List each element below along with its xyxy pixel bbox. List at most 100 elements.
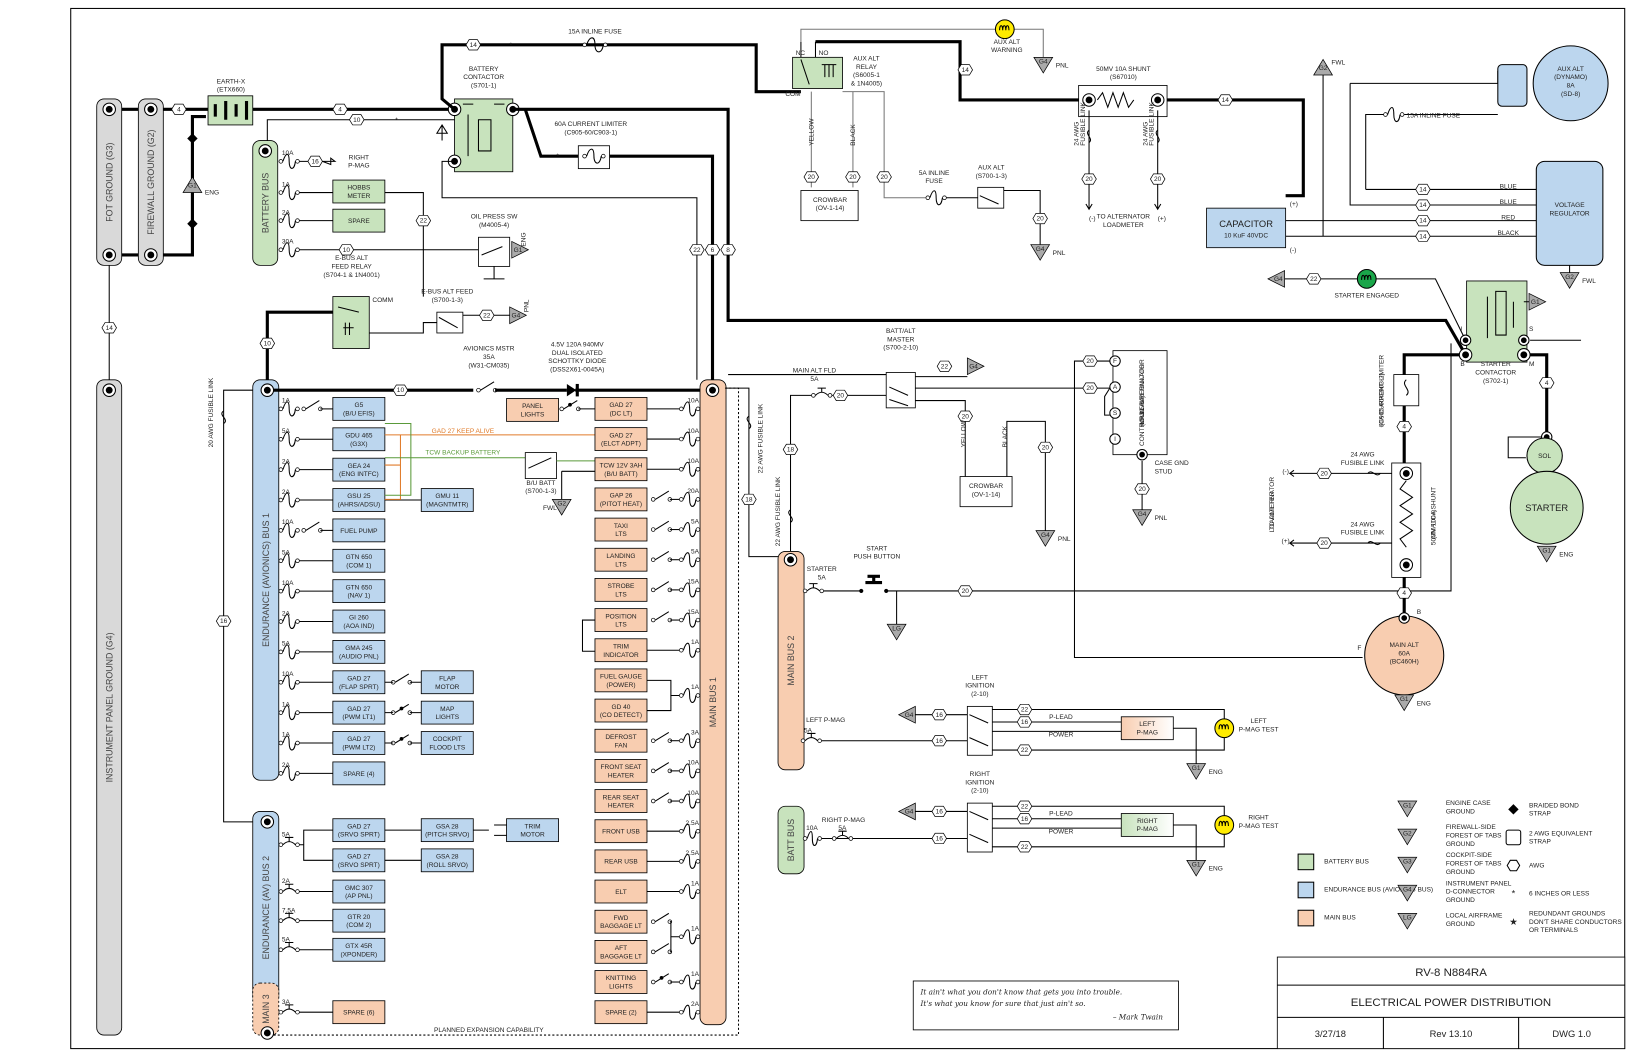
ground-symbol-label: G1 [1531,299,1540,306]
legend-label: LOCAL AIRFRAME [1446,913,1503,920]
ground-symbol: G4 PNL [1132,509,1168,527]
wire-gauge-value: 4 [1402,424,1406,431]
spare-6-label: SPARE (6) [343,1010,375,1017]
fuse-terminal-icon [278,680,284,685]
ebus-relay-label: E-BUS ALT [335,255,368,262]
endurance-load-box-label: (FLAP SPRT) [339,684,379,691]
main-load-box-label: SPARE (2) [605,1010,637,1017]
ground-symbol: G1 ENG [1186,859,1223,877]
wire-gauge-value: 4 [1402,590,1406,597]
fuse-terminal-icon [278,467,284,472]
wire-gauge-value: 14 [962,67,970,74]
wire-gauge-label: 22 [479,309,495,321]
batt-alt-master-label: (S700-2-10) [883,345,918,352]
switch-terminal-icon [650,738,656,743]
right_pmag-label: P-MAG [1137,826,1158,833]
breaker-rating: 5A [282,831,291,838]
wire-gauge-label: 6 [704,244,721,256]
fuse-terminal-icon [582,42,587,48]
wire-gauge-label: 4 [332,103,348,115]
breaker-terminal-icon [295,889,300,894]
contactor-pin: I [1460,326,1462,333]
electrical-schematic: FOT GROUND (G3) FIREWALL GROUND (G2) INSTR… [70,7,1626,1050]
endurance2-load-box-label: GAD 27 [347,823,371,830]
fuse-terminal-icon [295,771,300,776]
terminal-nut-icon [1520,337,1527,344]
main-load-box-label: LTS [615,531,627,538]
endurance-load-target-box-label: FLOOD LTS [429,745,466,752]
wire [1173,727,1197,764]
wire-gauge-label: 20 [1316,467,1332,479]
wire-gauge-value: 14 [1419,218,1427,225]
backup-wire-label: TCW BACKUP BATTERY [425,450,501,457]
ground-symbol: LG [886,623,907,641]
wire-gauge-label: 20 [957,585,973,597]
fuse-icon [1387,106,1401,123]
fuse-terminal-icon [802,836,808,841]
fuse-terminal-icon [295,159,300,164]
fusible-link-label: FUSIBLE LINK [1341,460,1385,467]
breaker-rating: 2A [282,878,291,885]
legend-label: STRAP [1529,839,1551,846]
wire [473,824,507,836]
breaker-rating: 15A [687,609,699,616]
starter-engaged-lamp [1356,269,1377,289]
wire-gauge-label: 14 [1415,215,1431,227]
wire-gauge-label: 18 [782,443,799,456]
endurance-load-box-label: (PWM LT1) [342,714,375,721]
main-limiter-label: (C905-60/C903-2) [1378,373,1385,426]
schottky-diode-icon [566,383,577,397]
fusible-link-label: 24 AWG [1351,452,1375,459]
switch-terminal-icon [650,949,656,955]
endurance2-load-box-label: (SRVO SPRT) [338,862,380,869]
main-load-box-label: POSITION [605,613,637,620]
batt-alt-master-switch [885,372,916,409]
terminal-nut-icon [147,105,155,113]
left_pmag-label: P-MAG [1137,729,1158,736]
fot-ground-bar-label: FOT GROUND (G3) [104,142,114,221]
main-load-box-label: (DC LT) [610,410,633,417]
case-ground-label: CASE GND [1155,460,1189,467]
fusible-link-label: FUSIBLE LINK [1149,101,1156,145]
aux-alt-warning-lamp [994,19,1015,40]
main-alt-label: MAIN ALT [1390,642,1419,649]
ebus-alt-feed-switch [436,311,464,334]
wire-gauge-value: 4 [1545,380,1549,387]
starter-contactor-label: CONTACTOR [1475,370,1516,377]
fuse-terminal-icon [295,528,300,533]
circuit-breaker-icon [806,583,821,592]
ground-symbol-label: G1 [1400,696,1409,703]
fuse-terminal-icon [295,649,300,655]
breaker-terminal-icon [848,836,854,841]
wire-gauge-label: 10 [259,337,276,349]
contactor-pin: S [1529,326,1534,333]
start-button-label: START [866,545,887,552]
aux-switch-label: (S700-1-3) [976,173,1007,180]
dimmer-dot-icon [399,706,404,711]
fuse-terminal-icon [278,218,284,223]
loadmeter-pin: (-) [1089,216,1096,223]
firewall-ground-bar-label: FIREWALL GROUND (G2) [146,129,156,234]
aux-alt-switch [977,186,1005,209]
fuse-terminal-icon [679,1009,684,1015]
wire [810,91,926,199]
ground-symbol-label: G4 [905,712,914,719]
ground-location-label: FWL [1331,60,1345,67]
endurance2-load-box-label: GTX 45R [345,943,373,950]
legend-label: GROUND [1446,921,1475,928]
breaker-terminal-icon [800,738,806,743]
wire-gauge-label: 20 [803,171,820,183]
endurance-load-box-label: GAD 27 [347,706,371,713]
breaker-rating: 1A [282,701,291,708]
wire-gauge-value: 20 [849,174,857,181]
aux-switch-label: AUX ALT [978,165,1004,172]
drawing-date: 3/27/18 [1315,1029,1346,1039]
wire-gauge-label: 22 [936,360,953,372]
battery-contactor-label: CONTACTOR [463,74,504,81]
braided-bond-strap-icon [187,218,198,229]
wire-gauge-label: 22 [689,244,705,256]
wire [1173,824,1197,861]
loadmeter-label: LOADMETER [1269,491,1276,532]
breaker-rating: 1A [691,926,700,933]
wire-gauge-label: 20 [1082,382,1098,394]
